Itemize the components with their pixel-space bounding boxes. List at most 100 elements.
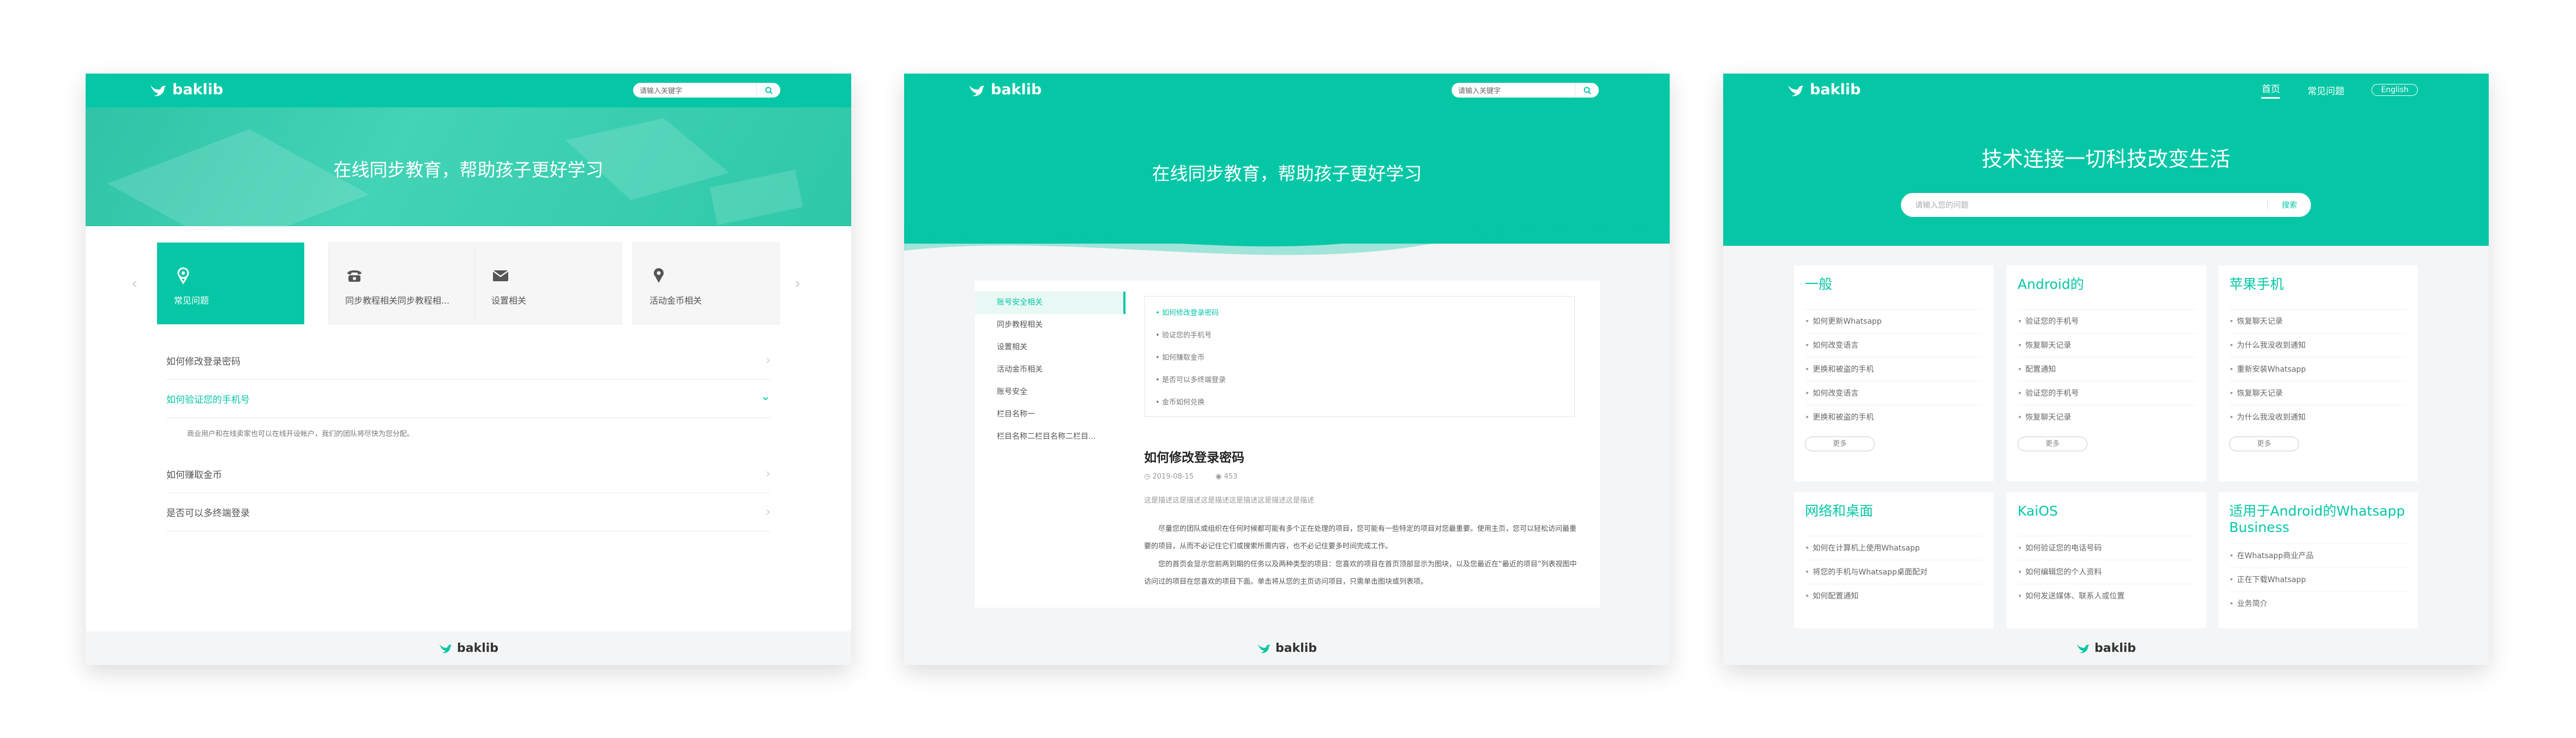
category-title[interactable]: 一般	[1805, 276, 1983, 293]
category-item[interactable]: 正在下载Whatsapp	[2229, 567, 2407, 591]
category-item[interactable]: 如何编辑您的个人资料	[2018, 560, 2195, 584]
category-item[interactable]: 为什么我没收到通知	[2229, 405, 2407, 429]
more-button[interactable]: 更多	[2018, 437, 2087, 451]
category-item[interactable]: 业务简介	[2229, 591, 2407, 615]
category-title[interactable]: 网络和桌面	[1805, 503, 1983, 519]
footer-logo[interactable]: baklib	[1257, 642, 1317, 655]
category-item[interactable]: 更换和被盗的手机	[1805, 405, 1983, 429]
category-item[interactable]: 重新安装Whatsapp	[2229, 357, 2407, 381]
category-item[interactable]: 在Whatsapp商业产品	[2229, 543, 2407, 567]
top-nav: 首页 常见问题 English	[2261, 81, 2418, 99]
search-box[interactable]: 请输入关键字	[1452, 83, 1599, 98]
faq-item[interactable]: 如何赚取金币 ›	[166, 455, 771, 493]
bird-logo-icon	[969, 84, 984, 96]
bird-logo-icon	[439, 644, 452, 654]
category-item[interactable]: 验证您的手机号	[2018, 381, 2195, 405]
language-toggle[interactable]: English	[2372, 84, 2418, 96]
location-icon	[654, 268, 664, 283]
category-title[interactable]: 适用于Android的Whatsapp Business	[2229, 503, 2407, 536]
article-title: 如何修改登录密码	[1144, 451, 1244, 465]
category-title[interactable]: 苹果手机	[2229, 276, 2407, 293]
sidebar-item-settings[interactable]: 设置相关	[975, 336, 1126, 359]
article-link[interactable]: • 金币如何兑换	[1155, 391, 1563, 414]
search-input[interactable]: 请输入关键字	[1452, 85, 1575, 95]
bird-logo-icon	[1257, 644, 1271, 654]
category-item[interactable]: 如何在计算机上使用Whatsapp	[1805, 536, 1983, 560]
category-item[interactable]: 如何更新Whatsapp	[1805, 309, 1983, 333]
category-item[interactable]: 为什么我没收到通知	[2229, 333, 2407, 357]
search-icon	[1584, 87, 1591, 94]
category-item[interactable]: 恢复聊天记录	[2229, 381, 2407, 405]
search-input[interactable]: 请输入您的问题	[1901, 199, 2267, 210]
logo[interactable]: baklib	[1787, 81, 1861, 98]
category-title[interactable]: Android的	[2018, 276, 2195, 293]
footer: baklib	[1723, 631, 2489, 665]
category-title[interactable]: KaiOS	[2018, 503, 2195, 519]
category-card-settings[interactable]: 设置相关	[474, 243, 622, 324]
category-card-label: 活动金币相关	[649, 295, 702, 306]
article-date: ◷ 2019-08-15	[1144, 473, 1194, 481]
faq-item[interactable]: 如何修改登录密码 ›	[166, 342, 771, 380]
search-button[interactable]	[756, 83, 780, 98]
carousel-prev-arrow[interactable]: ‹	[131, 274, 137, 292]
article-link-text: 验证您的手机号	[1161, 331, 1212, 340]
faq-item-open[interactable]: 如何验证您的手机号 ⌄	[166, 380, 771, 418]
logo[interactable]: baklib	[149, 81, 223, 98]
search-icon	[765, 87, 773, 94]
category-card-faq[interactable]: 常见问题	[157, 243, 304, 324]
sidebar-item-column-1[interactable]: 栏目名称一	[975, 403, 1126, 426]
category-card: Android的 验证您的手机号 恢复聊天记录 配置通知 验证您的手机号 恢复聊…	[2007, 265, 2206, 481]
sidebar-item-column-2[interactable]: 栏目名称二栏目名称二栏目...	[975, 426, 1126, 448]
faq-question: 如何赚取金币	[166, 470, 222, 481]
category-item[interactable]: 恢复聊天记录	[2229, 309, 2407, 333]
wave-decoration	[904, 221, 1670, 255]
sidebar-item-account-security[interactable]: 账号安全相关	[975, 292, 1126, 314]
category-item[interactable]: 如何验证您的电话号码	[2018, 536, 2195, 560]
category-item[interactable]: 配置通知	[2018, 357, 2195, 381]
faq-item[interactable]: 是否可以多终端登录 ›	[166, 493, 771, 531]
brand-name: baklib	[1810, 81, 1861, 98]
category-item[interactable]: 将您的手机与Whatsapp桌面配对	[1805, 560, 1983, 584]
views-text: 453	[1224, 473, 1238, 481]
search-button[interactable]	[1575, 83, 1599, 98]
sidebar-item-activity[interactable]: 活动金币相关	[975, 359, 1126, 381]
category-item[interactable]: 恢复聊天记录	[2018, 405, 2195, 429]
faq-question: 如何修改登录密码	[166, 356, 240, 367]
category-card-label: 设置相关	[491, 295, 527, 306]
brand-name: baklib	[172, 81, 224, 98]
sidebar-item-account[interactable]: 账号安全	[975, 381, 1126, 403]
category-item[interactable]: 如何发送媒体、联系人或位置	[2018, 584, 2195, 608]
category-card-activity[interactable]: 活动金币相关	[633, 243, 780, 324]
article-link[interactable]: • 验证您的手机号	[1155, 324, 1563, 347]
category-item[interactable]: 如何配置通知	[1805, 584, 1983, 608]
hero-banner: 在线同步教育，帮助孩子更好学习	[86, 107, 851, 226]
category-item[interactable]: 更换和被盗的手机	[1805, 357, 1983, 381]
date-text: 2019-08-15	[1152, 473, 1194, 481]
search-box[interactable]: 请输入关键字	[633, 83, 780, 98]
faq-question: 如何验证您的手机号	[166, 395, 250, 406]
sidebar-item-sync[interactable]: 同步教程相关	[975, 314, 1126, 336]
footer-logo[interactable]: baklib	[438, 642, 498, 655]
footer-logo[interactable]: baklib	[2076, 642, 2136, 655]
article-link[interactable]: • 是否可以多终端登录	[1155, 369, 1563, 391]
category-card-sync[interactable]: 同步教程相关同步教程相...	[328, 243, 476, 324]
search-input[interactable]: 请输入关键字	[633, 85, 756, 95]
search-box[interactable]: 请输入您的问题 搜索	[1901, 193, 2311, 217]
nav-home[interactable]: 首页	[2261, 81, 2280, 99]
category-item[interactable]: 恢复聊天记录	[2018, 333, 2195, 357]
chevron-right-icon: ›	[766, 505, 771, 519]
category-item[interactable]: 如何改变语言	[1805, 381, 1983, 405]
header: baklib 首页 常见问题 English	[1723, 74, 2489, 107]
more-button[interactable]: 更多	[2229, 437, 2299, 451]
category-item[interactable]: 验证您的手机号	[2018, 309, 2195, 333]
nav-faq[interactable]: 常见问题	[2307, 83, 2344, 97]
screen-article-detail: 在线同步教育，帮助孩子更好学习 baklib 请输入关键字 账号安全相关 同步教…	[904, 74, 1670, 665]
logo[interactable]: baklib	[968, 81, 1042, 98]
category-item[interactable]: 如何改变语言	[1805, 333, 1983, 357]
footer: baklib	[904, 631, 1670, 665]
search-button[interactable]: 搜索	[2267, 199, 2311, 210]
more-button[interactable]: 更多	[1805, 437, 1875, 451]
carousel-next-arrow[interactable]: ›	[795, 274, 801, 292]
article-link[interactable]: • 如何赚取金币	[1155, 347, 1563, 369]
article-link[interactable]: • 如何修改登录密码	[1155, 302, 1563, 324]
